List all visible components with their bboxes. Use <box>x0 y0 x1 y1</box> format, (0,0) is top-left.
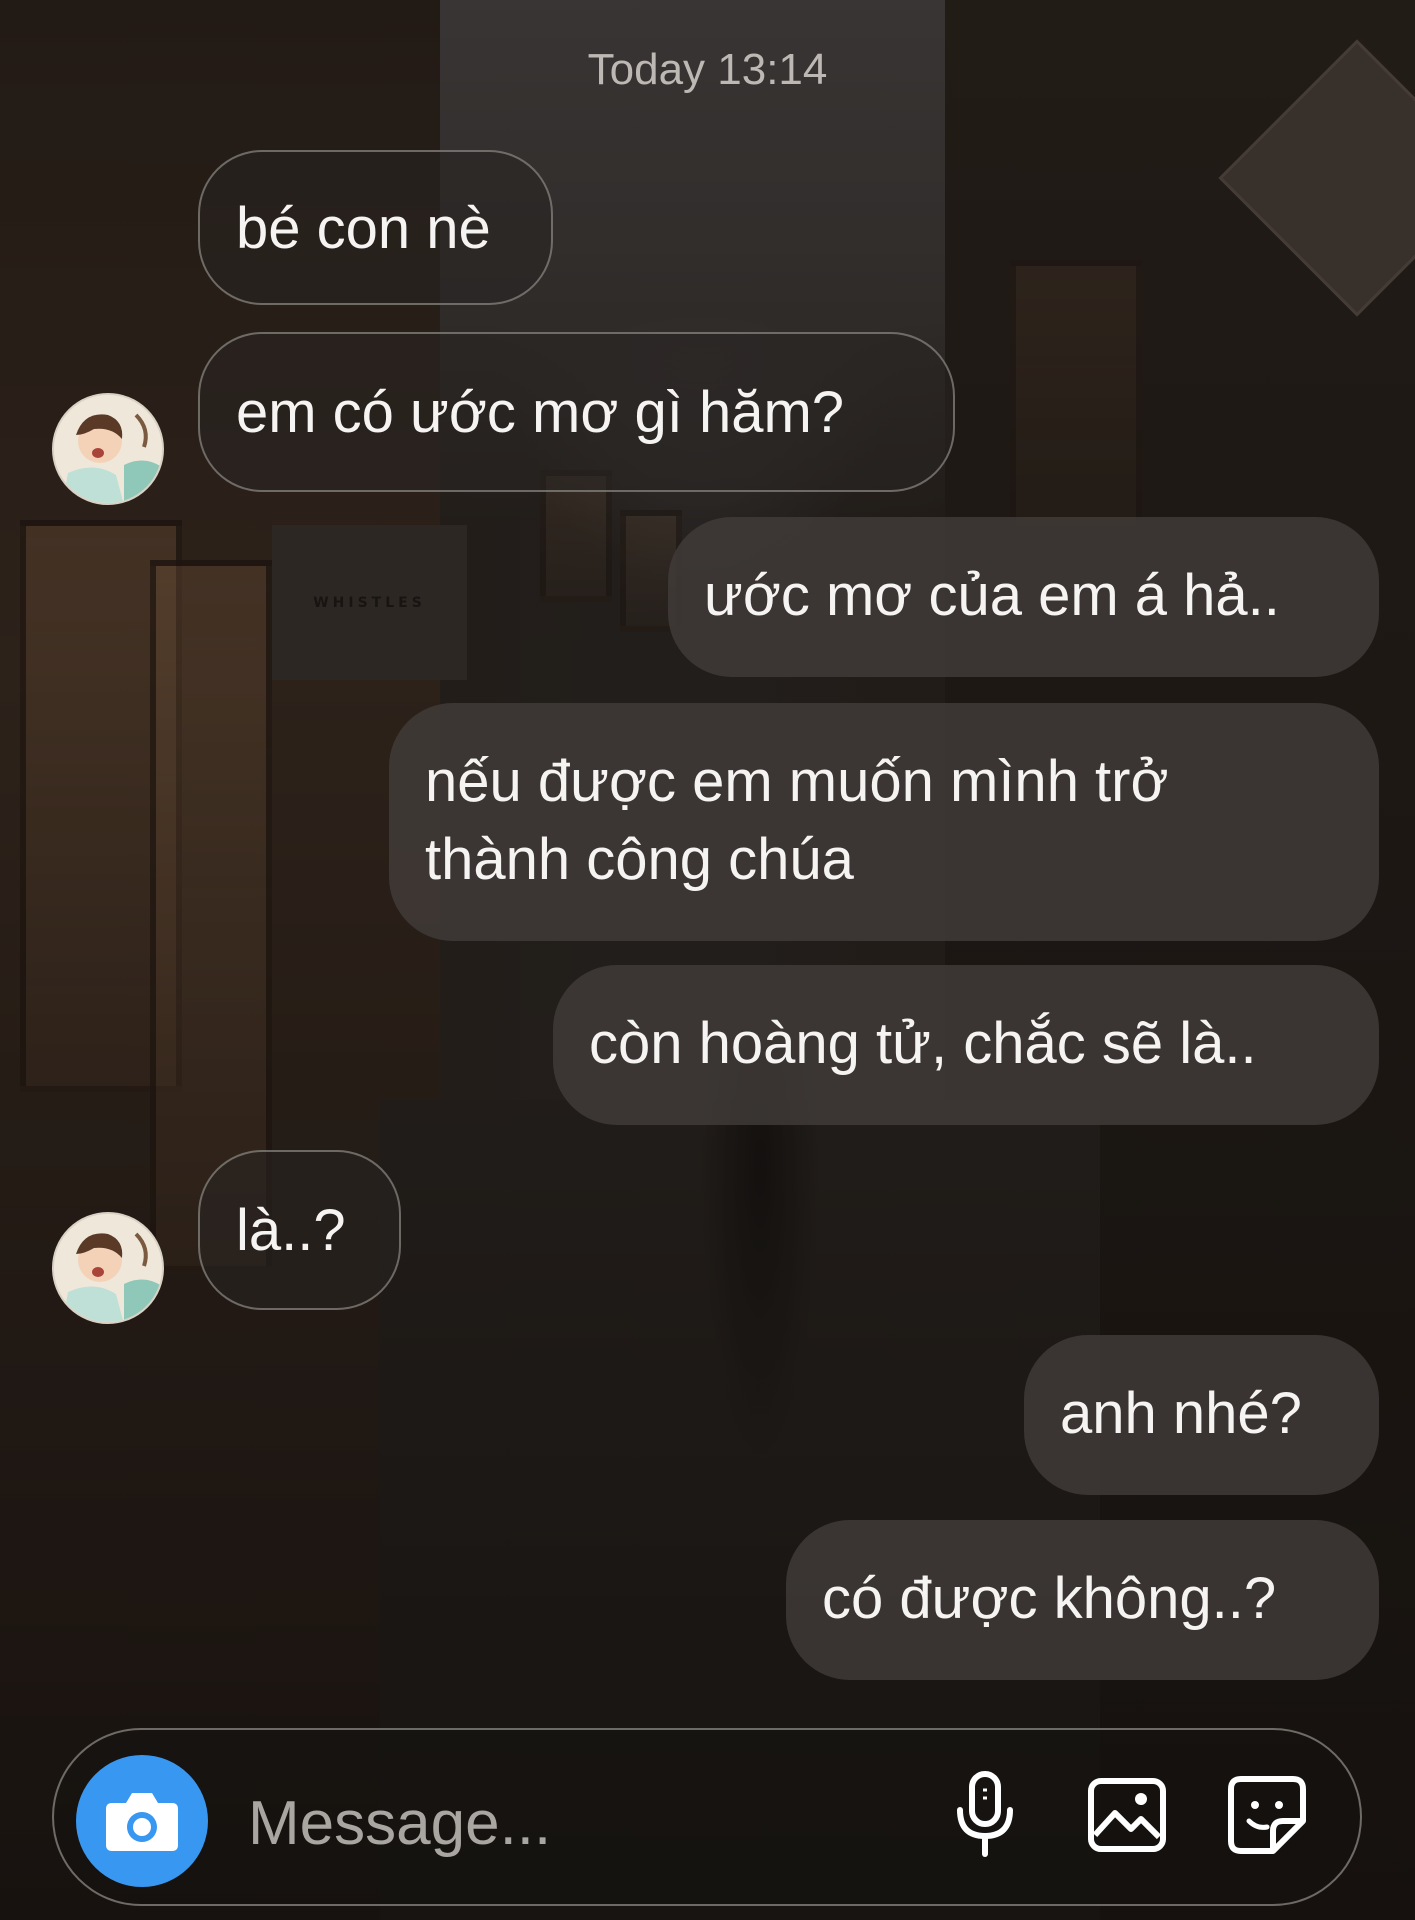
microphone-button[interactable] <box>940 1770 1030 1860</box>
message-text: em có ước mơ gì hăm? <box>236 380 845 445</box>
chat-screen: WHISTLES Today 13:14 bé con nè em có ước… <box>0 0 1415 1920</box>
avatar-illustration <box>54 1214 162 1322</box>
avatar[interactable] <box>52 1212 164 1324</box>
message-text-line: nếu được em muốn mình trở <box>425 749 1169 814</box>
avatar[interactable] <box>52 393 164 505</box>
message-text: có được không..? <box>822 1566 1277 1631</box>
avatar-illustration <box>54 395 162 503</box>
message-text: ước mơ của em á hả.. <box>704 563 1280 628</box>
message-text: anh nhé? <box>1060 1381 1302 1446</box>
message-text-line: thành công chúa <box>425 827 854 892</box>
message-bubble-received[interactable]: là..? <box>198 1150 401 1310</box>
message-bubble-sent[interactable]: ước mơ của em á hả.. <box>668 517 1379 677</box>
message-input[interactable] <box>248 1780 888 1866</box>
message-bubble-received[interactable]: bé con nè <box>198 150 553 305</box>
image-icon <box>1088 1778 1166 1852</box>
microphone-icon <box>957 1771 1013 1857</box>
camera-icon <box>106 1793 178 1851</box>
message-bubble-sent[interactable]: còn hoàng tử, chắc sẽ là.. <box>553 965 1379 1125</box>
conversation-timestamp: Today 13:14 <box>587 45 828 94</box>
message-bubble-sent[interactable]: nếu được em muốn mình trở thành công chú… <box>389 703 1379 941</box>
message-text: bé con nè <box>236 196 491 261</box>
sticker-button[interactable] <box>1222 1770 1312 1860</box>
message-bubble-sent[interactable]: anh nhé? <box>1024 1335 1379 1495</box>
gallery-button[interactable] <box>1082 1770 1172 1860</box>
message-text: còn hoàng tử, chắc sẽ là.. <box>589 1011 1257 1076</box>
camera-button[interactable] <box>76 1755 208 1887</box>
message-text: là..? <box>236 1198 346 1263</box>
sticker-icon <box>1228 1776 1306 1854</box>
message-bubble-sent[interactable]: có được không..? <box>786 1520 1379 1680</box>
message-bubble-received[interactable]: em có ước mơ gì hăm? <box>198 332 955 492</box>
